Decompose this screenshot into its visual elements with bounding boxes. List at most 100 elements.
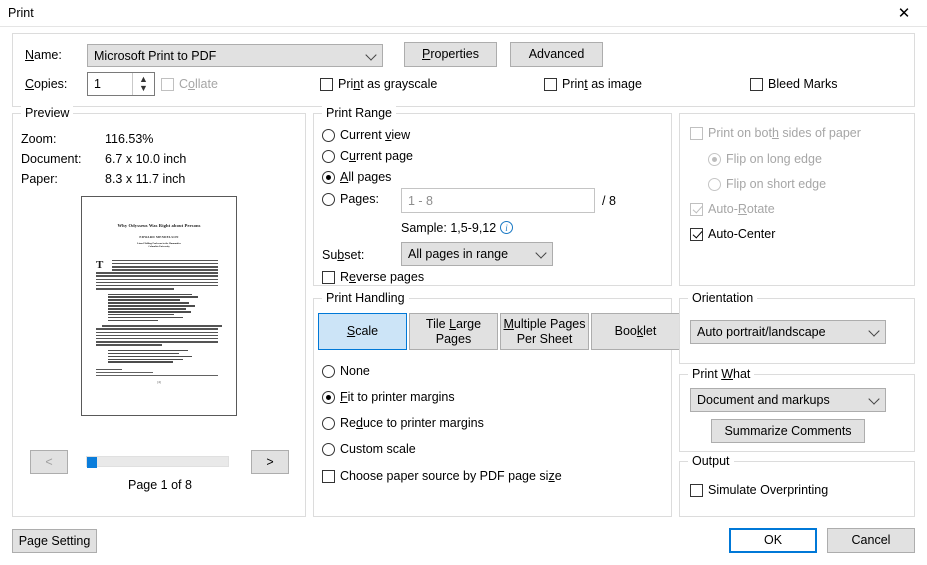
preview-doc-quote-2: [108, 349, 222, 363]
advanced-label: Advanced: [528, 47, 585, 62]
ok-button[interactable]: OK: [729, 528, 817, 553]
paper-label: Paper:: [21, 172, 58, 186]
radio-circle: [322, 192, 335, 206]
radio-all-pages[interactable]: All pages: [322, 170, 391, 184]
subset-label: Subset:: [322, 248, 365, 262]
tab-multiple-pages-label-1: Multiple Pages: [503, 317, 586, 332]
current-page-label: Current page: [340, 149, 413, 163]
page-setting-label: Page Setting: [18, 533, 91, 548]
flip-short-edge-label: Flip on short edge: [726, 177, 827, 191]
previous-page-button[interactable]: <: [30, 450, 68, 474]
paper-value: 8.3 x 11.7 inch: [105, 172, 186, 186]
cancel-label: Cancel: [851, 533, 891, 548]
scale-custom-label: Custom scale: [340, 442, 416, 456]
document-value: 6.7 x 10.0 inch: [105, 152, 187, 166]
output-legend: Output: [688, 454, 734, 468]
printer-name-value: Microsoft Print to PDF: [94, 48, 217, 63]
radio-scale-fit[interactable]: Fit to printer margins: [322, 390, 455, 404]
radio-pages[interactable]: Pages:: [322, 192, 379, 206]
print-handling-legend: Print Handling: [322, 291, 409, 305]
page-setting-button[interactable]: Page Setting: [12, 529, 97, 553]
radio-current-page[interactable]: Current page: [322, 149, 413, 163]
print-dialog: Print ✕ Name: Microsoft Print to PDF Pro…: [0, 0, 927, 565]
preview-doc-footnote: [96, 371, 222, 376]
auto-rotate-label: Auto-Rotate: [708, 202, 775, 216]
preview-doc-page-number: [4]: [157, 380, 161, 384]
duplex-group: Print on both sides of paper Flip on lon…: [679, 113, 915, 286]
chevron-down-icon: [868, 393, 880, 405]
print-what-group: Print What Document and markups Summariz…: [679, 367, 915, 452]
zoom-label: Zoom:: [21, 132, 57, 146]
pages-input[interactable]: 1 - 8: [401, 188, 595, 213]
preview-page-content: Why Odysseus Was Right about Persons EDW…: [82, 197, 236, 415]
preview-doc-body: T [4]: [96, 258, 222, 384]
copies-stepper[interactable]: 1 ▲ ▼: [87, 72, 155, 96]
chevron-down-icon: [868, 325, 880, 337]
checkbox-box: [161, 77, 174, 91]
simulate-overprinting-checkbox[interactable]: Simulate Overprinting: [690, 483, 828, 497]
checkbox-box: [690, 227, 703, 241]
bleed-marks-checkbox[interactable]: Bleed Marks: [750, 77, 837, 91]
tab-tile-large-pages[interactable]: Tile Large Pages: [409, 313, 498, 350]
next-page-button[interactable]: >: [251, 450, 289, 474]
advanced-button[interactable]: Advanced: [510, 42, 603, 67]
subset-combo[interactable]: All pages in range: [401, 242, 553, 266]
copies-spinner-arrows[interactable]: ▲ ▼: [132, 73, 154, 95]
zoom-value: 116.53%: [105, 132, 154, 146]
preview-doc-dropcap: T: [96, 258, 104, 271]
pages-label: Pages:: [340, 192, 379, 206]
auto-center-checkbox[interactable]: Auto-Center: [690, 227, 775, 241]
preview-doc-title: Why Odysseus Was Right about Persons: [117, 223, 201, 228]
print-what-combo[interactable]: Document and markups: [690, 388, 886, 412]
print-as-image-label: Print as image: [562, 77, 642, 91]
subset-value: All pages in range: [408, 247, 509, 261]
close-icon[interactable]: ✕: [881, 0, 927, 27]
scale-fit-label: Fit to printer margins: [340, 390, 455, 404]
radio-circle: [322, 364, 335, 378]
preview-doc-author: EDWARD MENDELSON: [139, 235, 179, 239]
copies-label: Copies:: [25, 77, 68, 91]
all-pages-label: All pages: [340, 170, 392, 184]
properties-button[interactable]: Properties: [404, 42, 497, 67]
output-group: Output Simulate Overprinting: [679, 454, 915, 517]
preview-doc-quote-1: [108, 293, 222, 322]
summarize-comments-label: Summarize Comments: [724, 423, 852, 438]
print-both-sides-checkbox: Print on both sides of paper: [690, 126, 861, 140]
auto-center-label: Auto-Center: [708, 227, 776, 241]
chevron-down-icon: ▼: [139, 83, 148, 93]
print-both-sides-label: Print on both sides of paper: [708, 126, 861, 140]
page-total-label: / 8: [602, 194, 616, 208]
window-title: Print: [8, 6, 34, 20]
auto-rotate-checkbox: Auto-Rotate: [690, 202, 775, 216]
print-as-image-checkbox[interactable]: Print as image: [544, 77, 642, 91]
pages-placeholder: 1 - 8: [408, 193, 434, 208]
page-preview-thumbnail[interactable]: Why Odysseus Was Right about Persons EDW…: [81, 196, 237, 416]
radio-scale-none[interactable]: None: [322, 364, 370, 378]
orientation-legend: Orientation: [688, 291, 758, 305]
current-view-label: Current view: [340, 128, 411, 142]
tab-multiple-pages-per-sheet[interactable]: Multiple Pages Per Sheet: [500, 313, 589, 350]
print-range-group: Print Range Current view Current page Al…: [313, 106, 672, 286]
radio-current-view[interactable]: Current view: [322, 128, 410, 142]
orientation-combo[interactable]: Auto portrait/landscape: [690, 320, 886, 344]
tab-scale-label: Scale: [346, 324, 379, 339]
page-scrollbar-thumb[interactable]: [87, 457, 97, 468]
radio-flip-short-edge: Flip on short edge: [708, 177, 826, 191]
tab-scale[interactable]: Scale: [318, 313, 407, 350]
radio-scale-reduce[interactable]: Reduce to printer margins: [322, 416, 484, 430]
radio-scale-custom[interactable]: Custom scale: [322, 442, 416, 456]
print-as-grayscale-checkbox[interactable]: Print as grayscale: [320, 77, 437, 91]
radio-circle: [708, 177, 721, 191]
orientation-value: Auto portrait/landscape: [697, 325, 826, 339]
info-icon[interactable]: i: [500, 221, 513, 234]
radio-circle: [322, 442, 335, 456]
summarize-comments-button[interactable]: Summarize Comments: [711, 419, 865, 443]
printer-name-combo[interactable]: Microsoft Print to PDF: [87, 44, 383, 67]
page-scrollbar[interactable]: [86, 456, 229, 468]
tab-booklet[interactable]: Booklet: [591, 313, 680, 350]
reverse-pages-checkbox[interactable]: Reverse pages: [322, 270, 424, 284]
flip-long-edge-label: Flip on long edge: [726, 152, 822, 166]
paper-source-checkbox[interactable]: Choose paper source by PDF page size: [322, 469, 562, 483]
checkbox-box: [320, 77, 333, 91]
cancel-button[interactable]: Cancel: [827, 528, 915, 553]
